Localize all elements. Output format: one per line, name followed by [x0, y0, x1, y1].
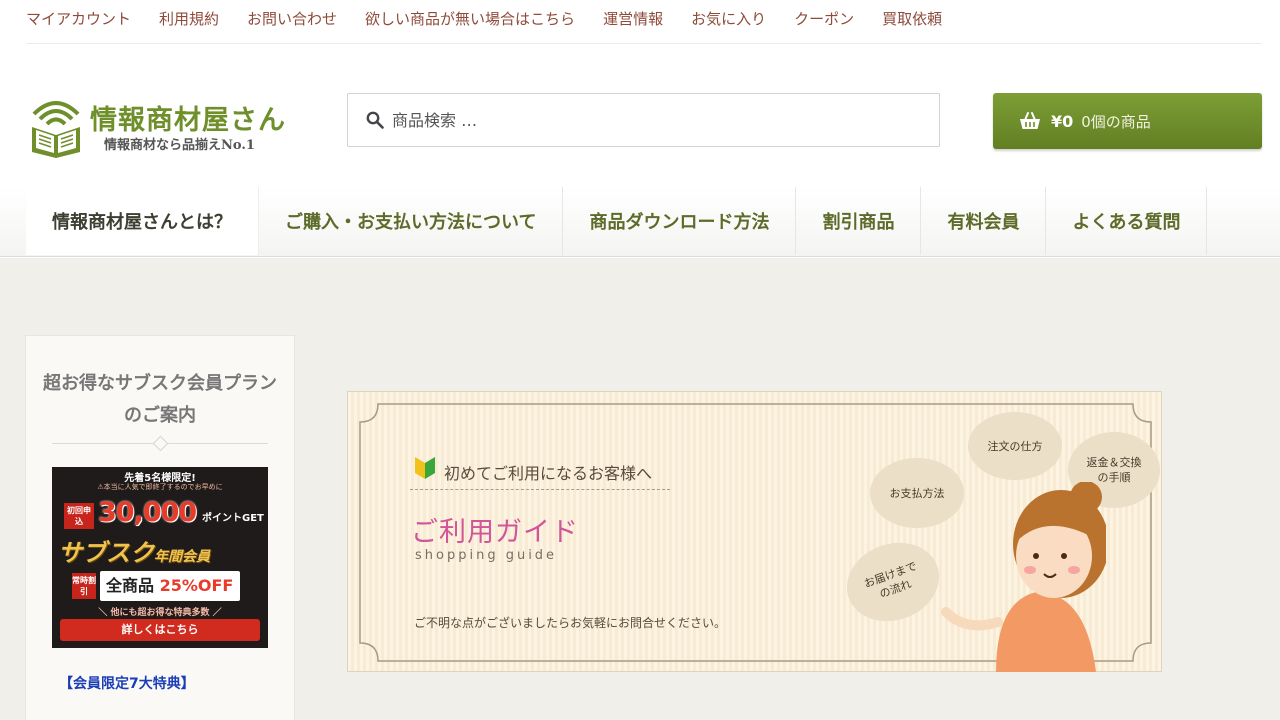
banner-discount-prefix: 全商品 — [106, 576, 155, 595]
primary-nav: 情報商材屋さんとは？ ご購入・お支払い方法について 商品ダウンロード方法 割引商… — [0, 187, 1280, 257]
banner-other-benefits: ＼ 他にも超お得な特典多数 ／ — [98, 608, 222, 618]
top-nav-buyback[interactable]: 買取依頼 — [882, 8, 942, 29]
top-utility-nav: マイアカウント 利用規約 お問い合わせ 欲しい商品が無い場合はこちら 運営情報 … — [0, 0, 1280, 44]
logo-tagline: 情報商材なら品揃えNo.1 — [104, 138, 255, 153]
banner-discount-value: 25%OFF — [159, 576, 234, 595]
nav-paid-membership[interactable]: 有料会員 — [921, 187, 1047, 255]
banner-points: 30,000 — [98, 497, 197, 528]
shopping-guide-banner[interactable]: 初めてご利用になるお客様へ ご利用ガイド shopping guide ご不明な… — [347, 391, 1162, 672]
search-icon[interactable] — [366, 111, 384, 129]
guide-subtitle: shopping guide — [415, 548, 558, 563]
product-search — [347, 93, 940, 147]
guide-note: ご不明な点がございましたらお気軽にお問合せください。 — [414, 616, 727, 630]
nav-download-guide[interactable]: 商品ダウンロード方法 — [563, 187, 797, 255]
banner-points-tail: ポイントGET — [202, 513, 264, 524]
divider-diamond-icon — [152, 435, 169, 452]
basket-icon — [1020, 112, 1040, 129]
banner-warning-text: ⚠本当に人気で即終了するのでお早めに — [97, 483, 223, 491]
banner-discount: 全商品 25%OFF — [100, 571, 240, 601]
top-nav-favorites[interactable]: お気に入り — [691, 8, 766, 29]
bubble-order: 注文の仕方 — [968, 412, 1062, 480]
banner-plan-name: サブスク — [58, 539, 154, 567]
top-nav-request-product[interactable]: 欲しい商品が無い場合はこちら — [365, 8, 575, 29]
book-wifi-icon — [32, 101, 80, 158]
banner-plan: サブスク年間会員 — [58, 533, 210, 568]
top-nav-company-info[interactable]: 運営情報 — [603, 8, 663, 29]
banner-points-label: 初回申込 — [64, 503, 94, 529]
top-nav-contact[interactable]: お問い合わせ — [247, 8, 337, 29]
search-input[interactable] — [392, 110, 892, 130]
logo-name: 情報商材屋さん — [90, 105, 286, 136]
top-nav-terms[interactable]: 利用規約 — [159, 8, 219, 29]
content-area: 超お得なサブスク会員プランのご案内 先着5名様限定! ⚠本当に人気で即終了するの… — [0, 258, 1280, 720]
cart-button[interactable]: ¥0 0個の商品 — [993, 93, 1262, 149]
member-bonus-link[interactable]: 【会員限定7大特典】 — [59, 673, 195, 693]
top-nav-coupon[interactable]: クーポン — [794, 8, 854, 29]
sidebar-widget: 超お得なサブスク会員プランのご案内 先着5名様限定! ⚠本当に人気で即終了するの… — [25, 335, 295, 720]
guide-woman-illustration — [941, 482, 1106, 672]
guide-welcome-text: 初めてご利用になるお客様へ — [444, 464, 653, 483]
banner-plan-suffix: 年間会員 — [154, 549, 210, 565]
sidebar-title: 超お得なサブスク会員プランのご案内 — [43, 373, 277, 426]
guide-title: ご利用ガイド — [411, 517, 579, 548]
subscription-banner[interactable]: 先着5名様限定! ⚠本当に人気で即終了するのでお早めに 初回申込 30,000 … — [52, 467, 268, 648]
cart-amount: ¥0 — [1051, 111, 1074, 131]
nav-purchase-payment[interactable]: ご購入・お支払い方法について — [259, 187, 564, 255]
cart-count: 0個の商品 — [1081, 112, 1151, 131]
nav-about[interactable]: 情報商材屋さんとは？ — [26, 187, 259, 255]
guide-dashed-line — [410, 489, 670, 490]
site-logo[interactable]: 情報商材屋さん 情報商材なら品揃えNo.1 — [28, 94, 298, 158]
beginner-mark-icon — [415, 457, 435, 479]
nav-discount-products[interactable]: 割引商品 — [796, 187, 922, 255]
top-nav-my-account[interactable]: マイアカウント — [26, 8, 131, 29]
banner-details-button[interactable]: 詳しくはこちら — [60, 619, 260, 641]
nav-faq[interactable]: よくある質問 — [1046, 187, 1208, 255]
banner-discount-label: 常時割引 — [72, 573, 96, 599]
top-nav-divider — [26, 43, 1262, 44]
